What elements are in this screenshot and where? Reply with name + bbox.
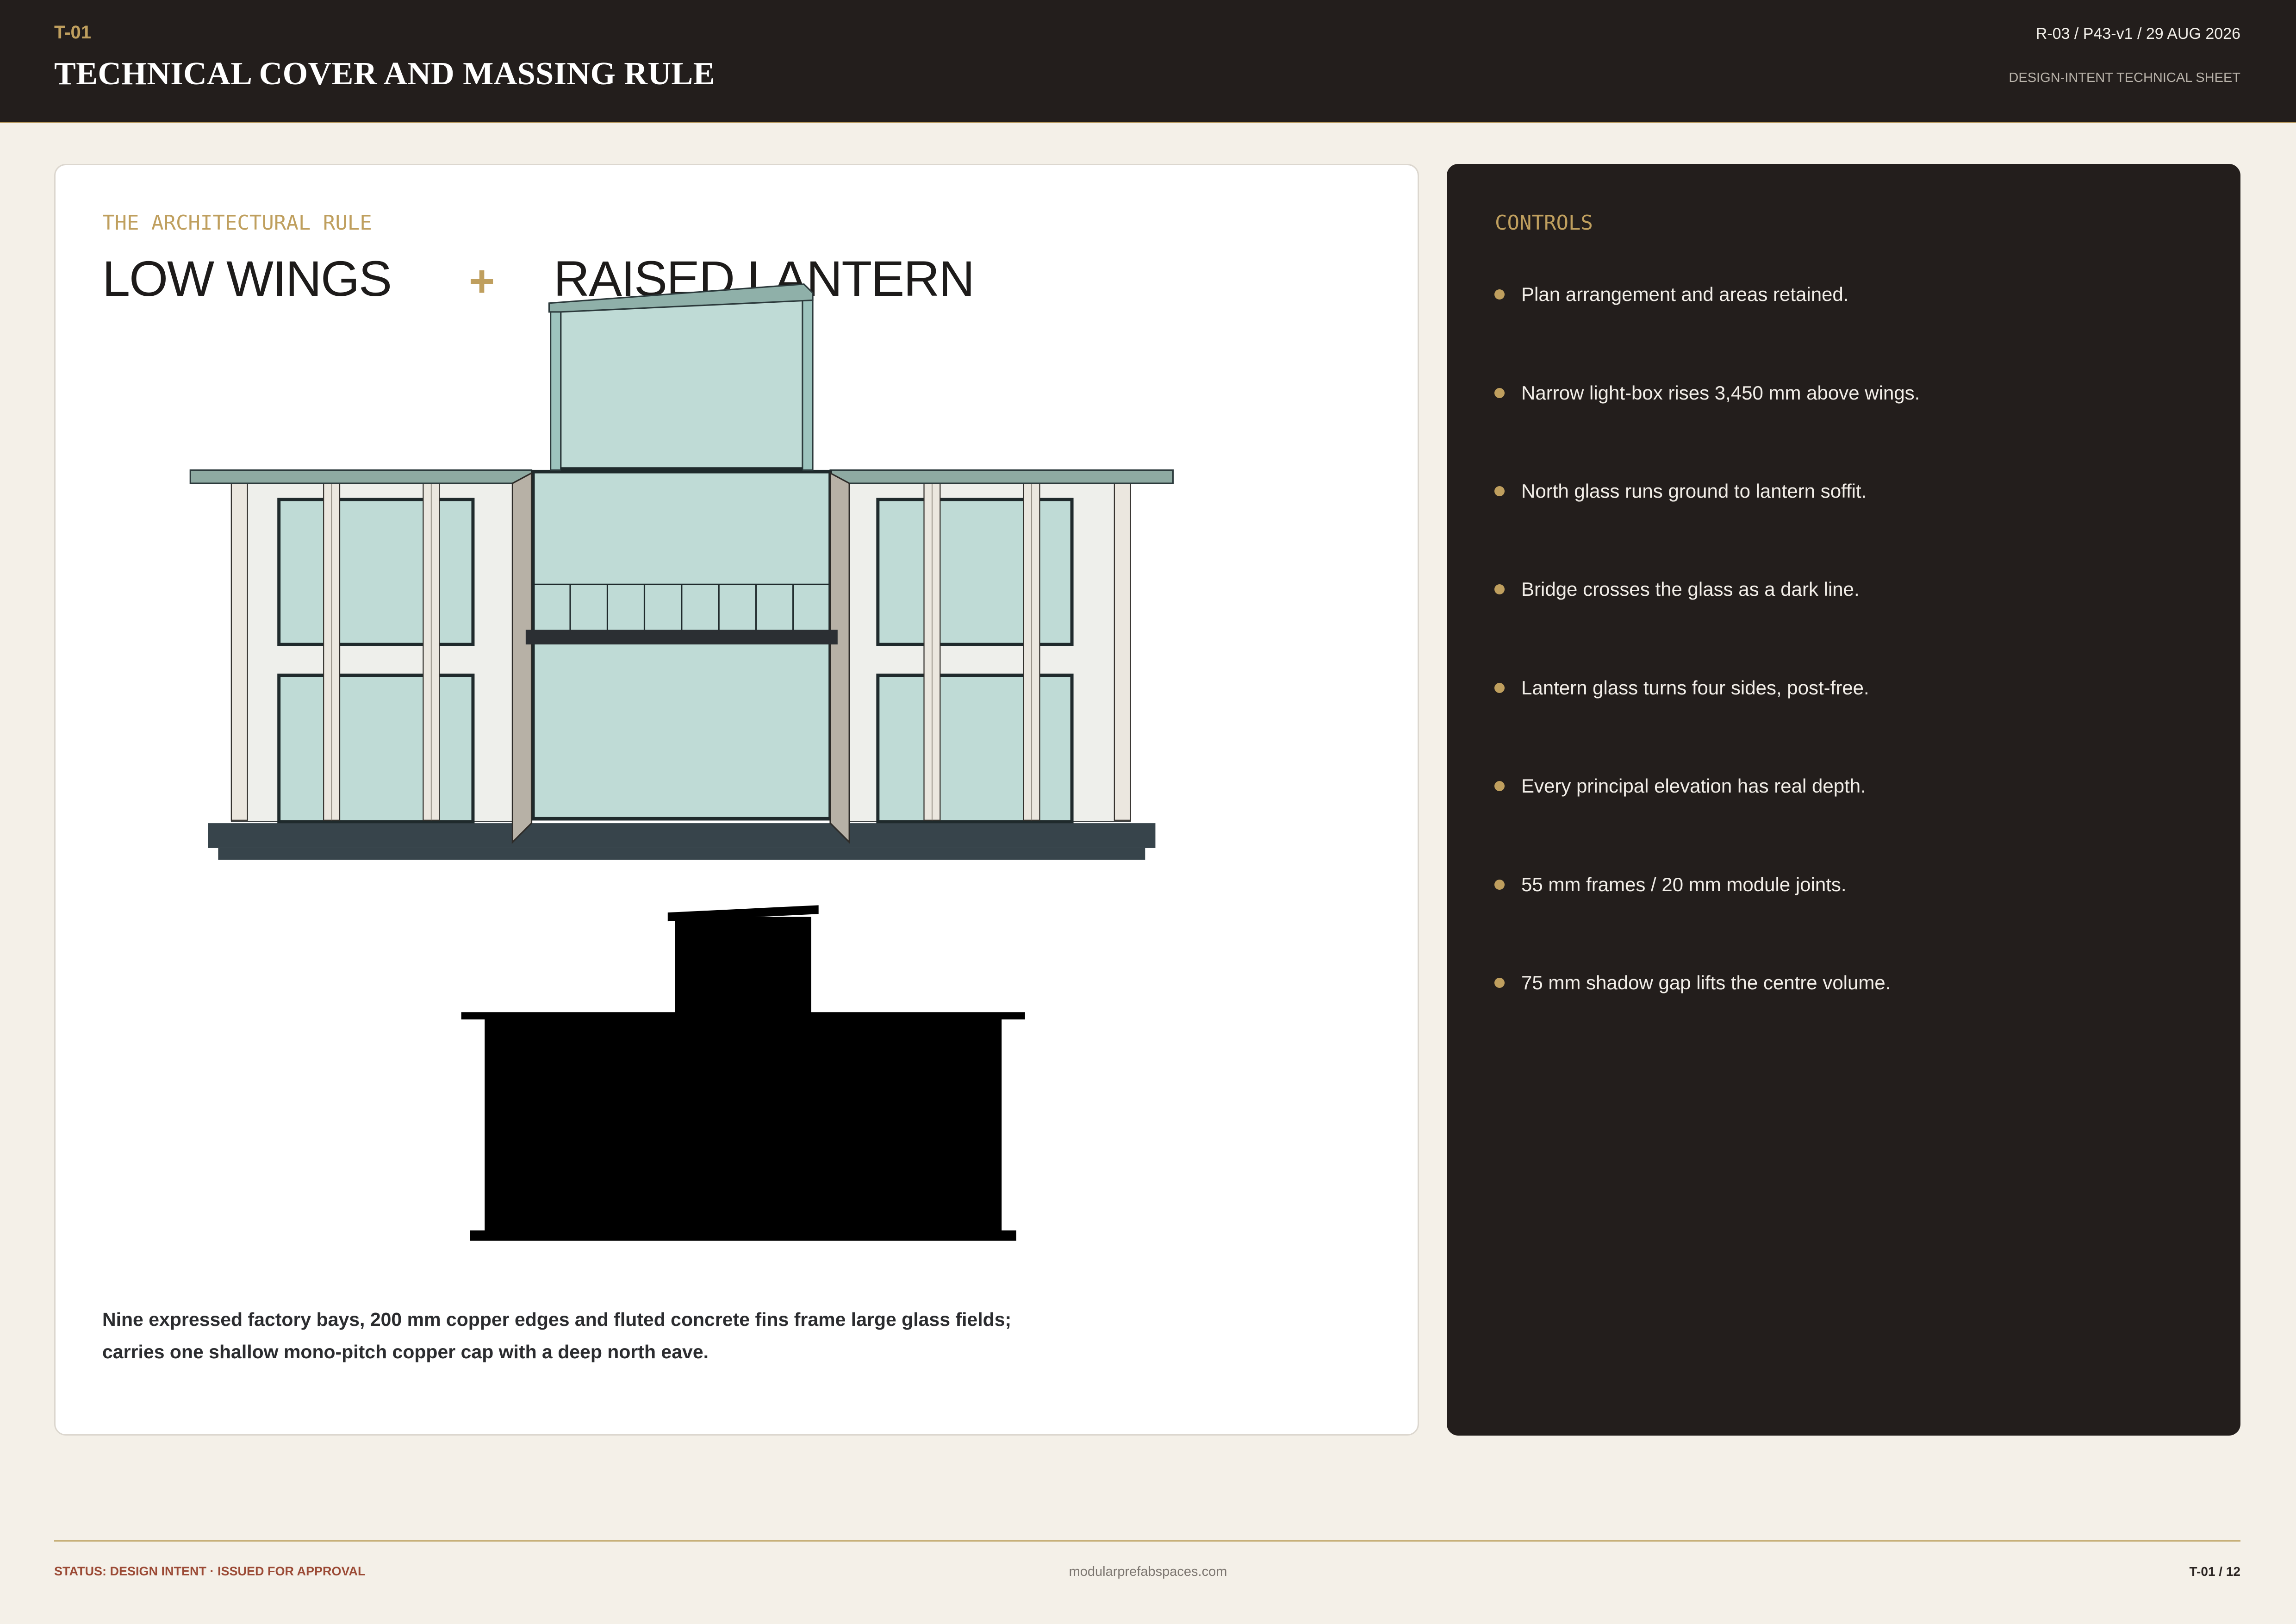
list-item-text: Every principal elevation has real depth… xyxy=(1521,775,1866,797)
list-item-text: Bridge crosses the glass as a dark line. xyxy=(1521,578,1860,600)
right-return-fin xyxy=(829,472,850,844)
list-item: Plan arrangement and areas retained. xyxy=(1447,245,2240,344)
footer-divider xyxy=(54,1540,2240,1542)
list-item-text: Plan arrangement and areas retained. xyxy=(1521,283,1849,306)
controls-heading: CONTROLS xyxy=(1495,211,1593,235)
list-item: Bridge crosses the glass as a dark line. xyxy=(1447,540,2240,638)
controls-list: Plan arrangement and areas retained. Nar… xyxy=(1447,245,2240,1032)
list-item-text: North glass runs ground to lantern soffi… xyxy=(1521,480,1867,502)
bullet-icon xyxy=(1494,879,1505,890)
rule-caption: Nine expressed factory bays, 200 mm copp… xyxy=(102,1303,1011,1368)
bullet-icon xyxy=(1494,977,1505,988)
left-wing-lower-window xyxy=(277,674,475,824)
page-number: T-01 / 12 xyxy=(2189,1564,2240,1579)
bullet-icon xyxy=(1494,584,1505,595)
list-item: Narrow light-box rises 3,450 mm above wi… xyxy=(1447,344,2240,442)
bullet-icon xyxy=(1494,387,1505,398)
sheet-header: T-01 TECHNICAL COVER AND MASSING RULE R-… xyxy=(0,0,2296,123)
right-wing-lower-window xyxy=(876,674,1074,824)
concrete-fin xyxy=(230,482,248,821)
list-item-text: 75 mm shadow gap lifts the centre volume… xyxy=(1521,971,1891,993)
left-wing-roof xyxy=(189,469,533,484)
bullet-icon xyxy=(1494,289,1505,300)
caption-line: Nine expressed factory bays, 200 mm copp… xyxy=(102,1309,1012,1330)
list-item: 55 mm frames / 20 mm module joints. xyxy=(1447,835,2240,933)
controls-panel: CONTROLS Plan arrangement and areas reta… xyxy=(1447,164,2240,1436)
left-wing xyxy=(230,481,515,824)
concrete-fin xyxy=(1114,482,1131,821)
architectural-drawings xyxy=(189,283,1174,1241)
left-return-fin xyxy=(511,472,533,844)
left-wing-upper-window xyxy=(277,498,475,646)
website-text: modularprefabspaces.com xyxy=(1069,1564,1227,1579)
right-wing-roof xyxy=(829,469,1174,484)
lantern-soffit xyxy=(560,467,803,472)
right-wing xyxy=(849,481,1131,824)
massing-silhouette xyxy=(461,905,1025,1241)
sheet-type-label: DESIGN-INTENT TECHNICAL SHEET xyxy=(2009,70,2240,85)
list-item: 75 mm shadow gap lifts the centre volume… xyxy=(1447,934,2240,1032)
sheet-title: TECHNICAL COVER AND MASSING RULE xyxy=(54,56,715,92)
front-elevation xyxy=(189,283,1174,860)
caption-line: carries one shallow mono-pitch copper ca… xyxy=(102,1341,709,1362)
plinth xyxy=(208,823,1156,860)
list-item-text: Lantern glass turns four sides, post-fre… xyxy=(1521,676,1869,699)
sheet-code: T-01 xyxy=(54,22,92,43)
bullet-icon xyxy=(1494,682,1505,693)
list-item: Lantern glass turns four sides, post-fre… xyxy=(1447,639,2240,737)
bullet-icon xyxy=(1494,781,1505,792)
bridge-line xyxy=(525,630,838,645)
right-wing-upper-window xyxy=(876,498,1074,646)
architectural-rule-card: THE ARCHITECTURAL RULE LOW WINGS + RAISE… xyxy=(54,164,1419,1436)
central-volume xyxy=(531,469,832,821)
lantern-glass xyxy=(560,299,803,471)
raised-lantern xyxy=(548,283,814,472)
list-item-text: Narrow light-box rises 3,450 mm above wi… xyxy=(1521,381,1920,404)
bullet-icon xyxy=(1494,486,1505,496)
list-item-text: 55 mm frames / 20 mm module joints. xyxy=(1521,873,1847,895)
list-item: Every principal elevation has real depth… xyxy=(1447,737,2240,835)
list-item: North glass runs ground to lantern soffi… xyxy=(1447,442,2240,540)
revision-date: R-03 / P43-v1 / 29 AUG 2026 xyxy=(2035,25,2240,43)
